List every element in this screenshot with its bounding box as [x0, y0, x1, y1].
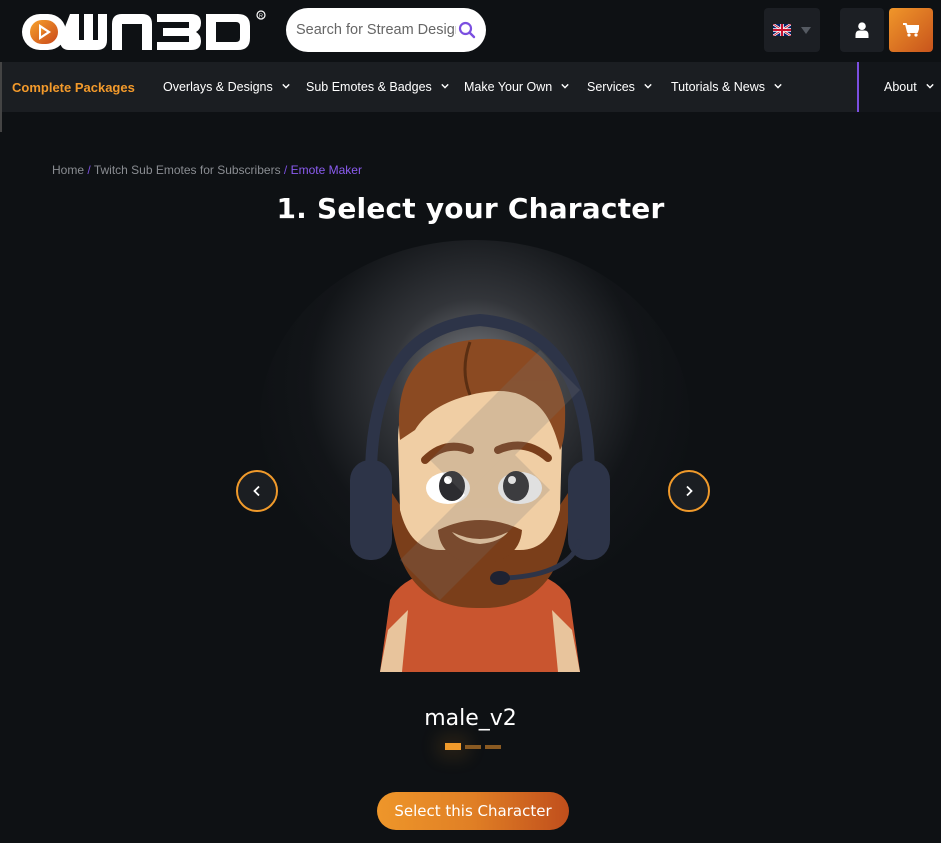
select-character-button[interactable]: Select this Character: [377, 792, 569, 830]
nav-item-label: Complete Packages: [12, 79, 135, 95]
nav-item-make-your-own[interactable]: Make Your Own: [464, 62, 569, 112]
chevron-down-icon: [282, 83, 290, 89]
nav-item-complete-packages[interactable]: Complete Packages: [12, 62, 135, 112]
breadcrumb-home[interactable]: Home: [52, 163, 84, 177]
character-name: male_v2: [424, 706, 517, 731]
cart-button[interactable]: [889, 8, 933, 52]
search-input[interactable]: [296, 22, 456, 38]
nav-item-label: Make Your Own: [464, 80, 553, 94]
cart-icon: [903, 23, 919, 37]
breadcrumb: Home / Twitch Sub Emotes for Subscribers…: [52, 163, 362, 177]
nav-item-tutorials-news[interactable]: Tutorials & News: [671, 62, 782, 112]
chevron-left-icon: [253, 485, 260, 497]
nav-item-about[interactable]: About: [884, 62, 934, 112]
breadcrumb-separator: /: [283, 163, 288, 177]
nav-item-label: About: [884, 80, 917, 94]
carousel-dot[interactable]: [485, 744, 501, 749]
chevron-down-icon: [561, 83, 569, 89]
account-button[interactable]: [840, 8, 884, 52]
user-icon: [855, 22, 869, 38]
own3d-logo[interactable]: R: [20, 8, 268, 54]
carousel-next-button[interactable]: [668, 470, 710, 512]
language-selector[interactable]: [764, 8, 820, 52]
chevron-down-icon: [774, 83, 782, 89]
svg-text:R: R: [259, 14, 263, 20]
nav-item-label: Sub Emotes & Badges: [306, 80, 432, 94]
carousel-dot-active[interactable]: [445, 743, 461, 750]
carousel-dot[interactable]: [465, 744, 481, 749]
nav-item-label: Overlays & Designs: [163, 80, 273, 94]
chevron-right-icon: [686, 485, 693, 497]
nav-item-services[interactable]: Services: [587, 62, 652, 112]
breadcrumb-separator: /: [87, 163, 91, 177]
uk-flag-icon: [773, 24, 791, 36]
logo-icon: R: [22, 10, 266, 50]
search-bar: [286, 8, 486, 52]
carousel-prev-button[interactable]: [236, 470, 278, 512]
header: R: [0, 0, 941, 61]
page-title: 1. Select your Character: [276, 192, 665, 225]
nav-edge-line: [0, 62, 2, 132]
breadcrumb-twitch-sub-emotes[interactable]: Twitch Sub Emotes for Subscribers: [94, 163, 281, 177]
nav-item-sub-emotes-badges[interactable]: Sub Emotes & Badges: [306, 62, 449, 112]
character-carousel: [236, 240, 710, 672]
nav-item-overlays-designs[interactable]: Overlays & Designs: [163, 62, 290, 112]
character-preview-image: [350, 313, 610, 672]
chevron-down-icon: [441, 83, 449, 89]
chevron-down-icon: [644, 83, 652, 89]
carousel-indicators: [445, 743, 501, 750]
search-icon[interactable]: [458, 21, 476, 39]
breadcrumb-current: Emote Maker: [290, 163, 362, 177]
nav-item-label: Tutorials & News: [671, 80, 766, 94]
main-navigation: Complete Packages Overlays & Designs Sub…: [0, 62, 941, 132]
chevron-down-icon: [925, 83, 934, 89]
caret-down-icon: [801, 26, 811, 34]
nav-item-label: Services: [587, 80, 635, 94]
